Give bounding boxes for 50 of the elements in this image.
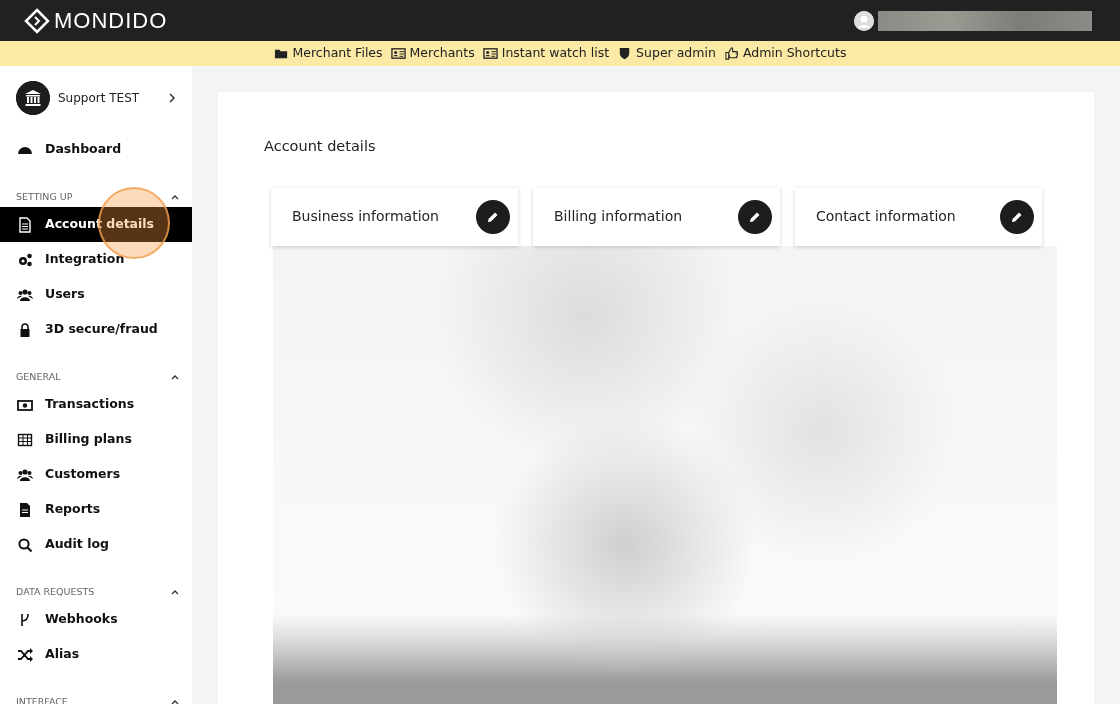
admin-link[interactable]: Merchants (390, 44, 475, 63)
sidebar-item[interactable]: Integration (0, 242, 192, 277)
avatar-icon[interactable] (854, 10, 874, 31)
edit-button[interactable] (476, 199, 510, 234)
chevron-up-icon[interactable] (170, 373, 180, 381)
edit-button[interactable] (1000, 199, 1034, 234)
shuffle-icon (17, 646, 33, 663)
thumbs-up-icon (723, 46, 739, 61)
sidebar-item[interactable]: 3D secure/fraud (0, 312, 192, 347)
admin-link[interactable]: Instant watch list (482, 44, 610, 63)
sidebar-item[interactable]: Users (0, 277, 192, 312)
card-title: Billing information (554, 207, 683, 227)
document-icon (17, 216, 33, 233)
sidebar-item[interactable]: Webhooks (0, 602, 192, 637)
pencil-icon (749, 210, 761, 223)
gears-icon (17, 251, 33, 268)
account-switcher[interactable]: Support TEST (0, 66, 192, 130)
section-heading: DATA REQUESTS (16, 584, 95, 599)
chevron-up-icon[interactable] (170, 193, 180, 201)
pencil-icon (1011, 210, 1023, 223)
logo-icon (24, 7, 50, 34)
sidebar-item[interactable]: Billing plans (0, 422, 192, 457)
sidebar-item[interactable]: Audit log (0, 527, 192, 562)
sidebar-item[interactable]: Reports (0, 492, 192, 527)
section-heading: SETTING UP (16, 189, 73, 204)
admin-link[interactable]: Super admin (617, 44, 716, 63)
card-title: Business information (292, 207, 439, 227)
sidebar-item[interactable]: Transactions (0, 387, 192, 422)
brand-name[interactable]: MONDIDO (54, 4, 168, 37)
pencil-icon (487, 210, 499, 223)
id-card-icon (390, 46, 406, 61)
admin-link[interactable]: Merchant Files (273, 44, 383, 63)
edit-button[interactable] (738, 199, 772, 234)
table-icon (17, 431, 33, 448)
admin-link[interactable]: Admin Shortcuts (723, 44, 847, 63)
users-icon (17, 286, 33, 303)
section-heading: GENERAL (16, 369, 61, 384)
sidebar-item[interactable]: Alias (0, 637, 192, 672)
sidebar-item[interactable]: Customers (0, 457, 192, 492)
users-icon (17, 466, 33, 483)
page-title: Account details (264, 137, 377, 156)
bank-icon (16, 81, 50, 115)
card-title: Contact information (816, 207, 956, 227)
chevron-right-icon (168, 92, 176, 104)
id-card-icon (482, 46, 498, 61)
chevron-up-icon[interactable] (170, 698, 180, 704)
file-icon (17, 501, 33, 518)
chevron-up-icon[interactable] (170, 588, 180, 596)
sidebar-item[interactable]: Dashboard (0, 132, 192, 167)
search-icon (17, 536, 33, 553)
